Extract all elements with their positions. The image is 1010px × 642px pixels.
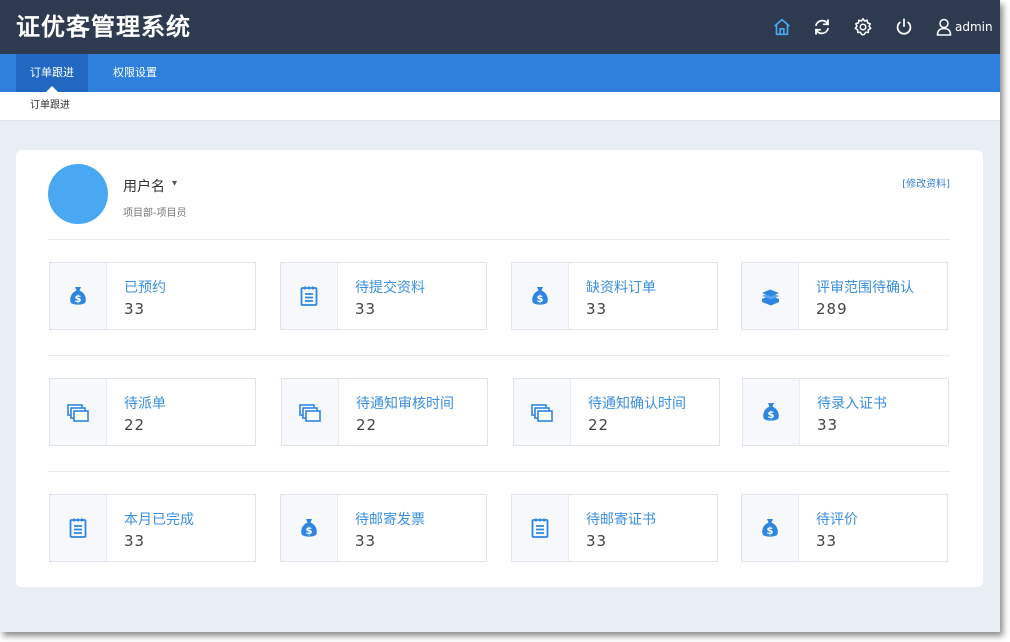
stat-label: 待派单: [124, 396, 166, 412]
svg-text:$: $: [768, 410, 775, 421]
stat-card[interactable]: $ 待邮寄发票 33: [280, 494, 487, 562]
svg-text:$: $: [537, 294, 544, 305]
stat-count: 289: [816, 300, 848, 318]
money-bag-icon: $: [743, 379, 800, 445]
tab-permission-settings[interactable]: 权限设置: [99, 54, 171, 92]
stat-label: 缺资料订单: [586, 280, 656, 296]
stat-label: 本月已完成: [124, 512, 194, 528]
breadcrumb: 订单跟进: [0, 92, 1000, 121]
stat-card[interactable]: 待派单 22: [49, 378, 256, 446]
stat-label: 待通知审核时间: [356, 396, 454, 412]
app-window: 证优客管理系统 admin 订单跟进 权限设置 订单跟进 用户名 ▾ 项目部-项…: [0, 0, 1000, 632]
home-icon[interactable]: [771, 16, 793, 38]
stat-count: 33: [816, 532, 838, 550]
stat-card[interactable]: 评审范围待确认 289: [741, 262, 948, 330]
stat-label: 待通知确认时间: [588, 396, 686, 412]
stat-label: 待邮寄证书: [586, 512, 656, 528]
stat-label: 待录入证书: [817, 396, 887, 412]
notepad-icon: [512, 495, 569, 561]
stat-label: 待评价: [816, 512, 858, 528]
profile-name[interactable]: 用户名: [123, 176, 165, 196]
breadcrumb-item[interactable]: 订单跟进: [30, 92, 70, 120]
stat-count: 33: [355, 532, 377, 550]
stat-card[interactable]: $ 待录入证书 33: [742, 378, 949, 446]
stat-count: 33: [817, 416, 839, 434]
stat-label: 已预约: [124, 280, 166, 296]
svg-text:$: $: [75, 294, 82, 305]
cards-icon: [50, 379, 107, 445]
stat-card[interactable]: 待通知审核时间 22: [281, 378, 488, 446]
stack-icon: [742, 263, 799, 329]
stat-card[interactable]: 待通知确认时间 22: [513, 378, 720, 446]
stat-card[interactable]: 待提交资料 33: [280, 262, 487, 330]
stat-count: 33: [586, 532, 608, 550]
cards-icon: [514, 379, 571, 445]
avatar[interactable]: [48, 164, 108, 224]
dashboard-panel: 用户名 ▾ 项目部-项目员 [修改资料] $ 已预约 33 待提交资料 33 $ 缺资料订单…: [16, 150, 983, 587]
top-header: 证优客管理系统 admin: [0, 0, 1000, 54]
notepad-icon: [281, 263, 338, 329]
stat-card[interactable]: $ 待评价 33: [741, 494, 948, 562]
stat-label: 待提交资料: [355, 280, 425, 296]
divider: [48, 239, 950, 240]
stat-card[interactable]: 待邮寄证书 33: [511, 494, 718, 562]
cards-icon: [282, 379, 339, 445]
chevron-down-icon[interactable]: ▾: [172, 178, 177, 189]
stat-count: 33: [586, 300, 608, 318]
main-nav: 订单跟进 权限设置: [0, 54, 1000, 92]
stat-count: 33: [355, 300, 377, 318]
gear-icon[interactable]: [852, 16, 874, 38]
money-bag-icon: $: [512, 263, 569, 329]
notepad-icon: [50, 495, 107, 561]
power-icon[interactable]: [893, 16, 915, 38]
stat-count: 22: [356, 416, 378, 434]
tab-order-tracking[interactable]: 订单跟进: [16, 54, 88, 92]
user-icon: [936, 18, 952, 36]
svg-text:$: $: [306, 526, 313, 537]
money-bag-icon: $: [281, 495, 338, 561]
stat-card[interactable]: $ 缺资料订单 33: [511, 262, 718, 330]
divider: [48, 471, 950, 472]
edit-profile-link[interactable]: [修改资料]: [902, 175, 950, 190]
stat-count: 33: [124, 300, 146, 318]
stat-label: 待邮寄发票: [355, 512, 425, 528]
money-bag-icon: $: [50, 263, 107, 329]
stat-count: 22: [588, 416, 610, 434]
divider: [48, 355, 950, 356]
stat-card[interactable]: 本月已完成 33: [49, 494, 256, 562]
username-label: admin: [955, 20, 993, 34]
money-bag-icon: $: [742, 495, 799, 561]
stat-count: 33: [124, 532, 146, 550]
svg-text:$: $: [767, 526, 774, 537]
app-title: 证优客管理系统: [16, 13, 191, 41]
stat-count: 22: [124, 416, 146, 434]
profile-department: 项目部-项目员: [123, 208, 187, 219]
stat-card[interactable]: $ 已预约 33: [49, 262, 256, 330]
refresh-icon[interactable]: [811, 16, 833, 38]
stat-label: 评审范围待确认: [816, 280, 914, 296]
